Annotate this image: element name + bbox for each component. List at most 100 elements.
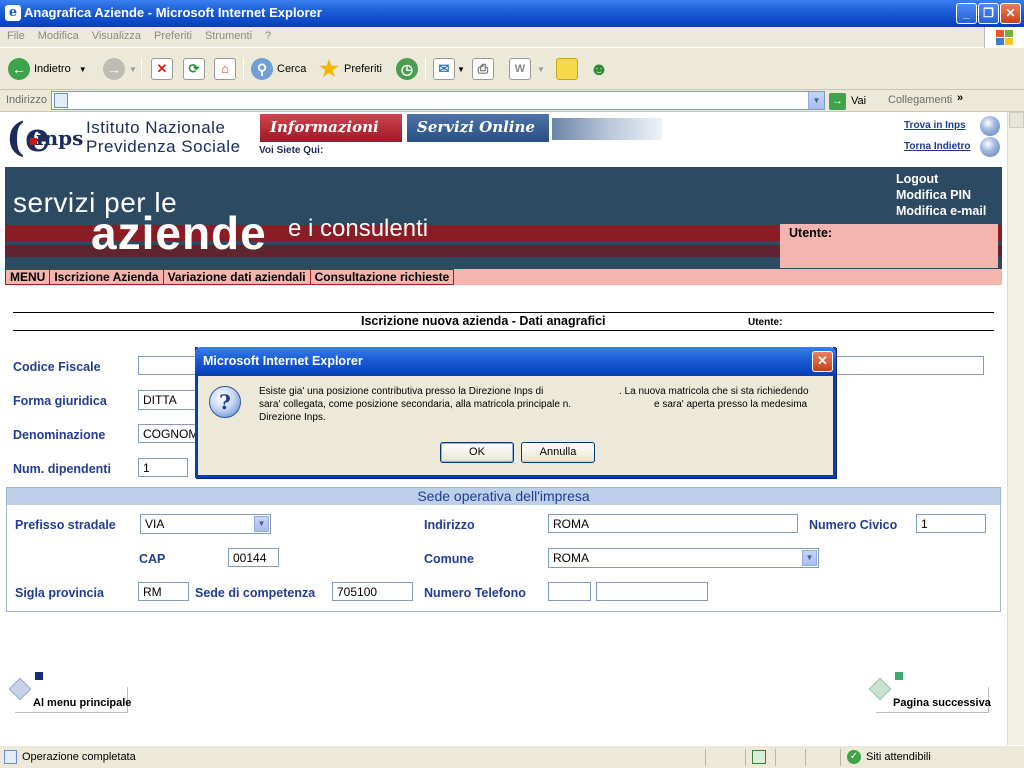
dialog-message-line3: Direzione Inps.: [259, 412, 326, 423]
back-arrow-icon: ←: [8, 58, 30, 80]
forma-giuridica-label: Forma giuridica: [13, 394, 107, 408]
menu-visualizza[interactable]: Visualizza: [85, 27, 147, 42]
window-titlebar[interactable]: e Anagrafica Aziende - Microsoft Interne…: [0, 0, 1024, 27]
address-input[interactable]: ▼: [51, 91, 825, 110]
star-icon: ★: [319, 56, 339, 81]
logout-link[interactable]: Logout: [896, 171, 986, 187]
cancel-button[interactable]: Annulla: [521, 442, 595, 463]
sigla-provincia-input[interactable]: RM: [138, 582, 189, 601]
restore-button[interactable]: ❐: [978, 3, 999, 24]
indirizzo-input[interactable]: ROMA: [548, 514, 798, 533]
num-dipendenti-input[interactable]: 1: [138, 458, 188, 477]
telefono-prefix-input[interactable]: [548, 582, 591, 601]
einps-logo[interactable]: (e inps: [6, 116, 83, 160]
chevron-down-icon[interactable]: ▼: [254, 516, 269, 532]
mail-button[interactable]: ✉ ▼: [433, 57, 465, 81]
chevron-right-icon[interactable]: »: [957, 92, 963, 104]
address-label: Indirizzo: [6, 94, 47, 106]
dialog-titlebar[interactable]: Microsoft Internet Explorer ✕: [195, 347, 836, 376]
user-box: Utente:: [780, 224, 998, 268]
institute-name: Istituto Nazionale Previdenza Sociale: [86, 118, 241, 156]
tab-informazioni[interactable]: Informazioni: [260, 114, 402, 142]
dialog-message-line2a: sara' collegata, come posizione secondar…: [259, 399, 572, 410]
hero-banner: servizi per le aziende e i consulenti Lo…: [5, 167, 1002, 285]
numero-civico-label: Numero Civico: [809, 518, 898, 532]
dialog-close-button[interactable]: ✕: [812, 351, 833, 372]
refresh-button[interactable]: ⟳: [183, 57, 205, 81]
page-icon: [54, 93, 68, 108]
divider: [13, 330, 994, 331]
history-icon: ◷: [396, 58, 418, 80]
chevron-down-icon[interactable]: ▼: [537, 65, 545, 74]
menu-modifica[interactable]: Modifica: [31, 27, 85, 42]
form-user-label: Utente:: [748, 317, 783, 328]
chevron-down-icon[interactable]: ▼: [802, 550, 817, 566]
comune-select[interactable]: ROMA ▼: [548, 548, 819, 568]
nav-consultazione-richieste[interactable]: Consultazione richieste: [310, 269, 455, 285]
chevron-down-icon[interactable]: ▼: [129, 65, 137, 74]
nav-menu[interactable]: MENU: [5, 269, 51, 285]
change-email-link[interactable]: Modifica e-mail: [896, 203, 986, 219]
confirm-dialog: Microsoft Internet Explorer ✕ ? Esiste g…: [195, 347, 836, 478]
chevron-down-icon[interactable]: ▼: [457, 65, 465, 74]
menu-file[interactable]: File: [0, 27, 31, 42]
find-in-inps-link[interactable]: Trova in Inps: [904, 120, 966, 131]
institute-name-line1: Istituto Nazionale: [86, 118, 226, 137]
nav-variazione-dati[interactable]: Variazione dati aziendali: [163, 269, 311, 285]
chevron-down-icon[interactable]: ▼: [79, 65, 87, 74]
comune-value: ROMA: [553, 551, 589, 565]
telefono-number-input[interactable]: [596, 582, 708, 601]
forward-button[interactable]: → ▼: [103, 57, 137, 81]
numero-civico-input[interactable]: 1: [916, 514, 986, 533]
dialog-message-line1a: Esiste gia' una posizione contributiva p…: [259, 386, 544, 397]
divider: [13, 312, 994, 313]
windows-flag-icon: [996, 30, 1014, 45]
minimize-button[interactable]: _: [956, 3, 977, 24]
tab-servizi-online[interactable]: Servizi Online: [407, 114, 549, 142]
history-button[interactable]: ◷: [396, 57, 422, 81]
sede-competenza-input[interactable]: 705100: [332, 582, 413, 601]
main-menu-link[interactable]: Al menu principale: [33, 697, 131, 709]
building-banner: [552, 118, 662, 140]
menu-preferiti[interactable]: Preferiti: [147, 27, 198, 42]
favorites-button[interactable]: ★ Preferiti: [318, 57, 382, 81]
back-ball-icon[interactable]: [980, 137, 1000, 157]
word-button[interactable]: W ▼: [509, 57, 545, 81]
search-ball-icon[interactable]: [980, 116, 1000, 136]
ok-button[interactable]: OK: [440, 442, 514, 463]
go-back-link[interactable]: Torna Indietro: [904, 141, 970, 152]
dialog-message-line1b: . La nuova matricola che si sta richiede…: [619, 386, 809, 397]
stop-button[interactable]: ✕: [151, 57, 173, 81]
chevron-down-icon[interactable]: ▼: [808, 92, 824, 109]
change-pin-link[interactable]: Modifica PIN: [896, 187, 986, 203]
status-bar: Operazione completata ✓ Siti attendibili: [0, 745, 1024, 768]
cap-input[interactable]: 00144: [228, 548, 279, 567]
links-label[interactable]: Collegamenti: [888, 94, 952, 106]
next-page-link[interactable]: Pagina successiva: [893, 697, 991, 709]
sede-competenza-label: Sede di competenza: [195, 586, 316, 600]
messenger-button[interactable]: ☻: [588, 57, 614, 81]
scroll-up-button[interactable]: [1009, 112, 1024, 128]
breadcrumb: Voi Siete Qui:: [259, 145, 324, 156]
forma-giuridica-value: DITTA: [143, 393, 177, 407]
note-icon: [556, 58, 578, 80]
notes-button[interactable]: [556, 57, 578, 81]
back-button[interactable]: ← Indietro ▼: [8, 57, 87, 81]
window-title: Anagrafica Aziende - Microsoft Internet …: [24, 5, 322, 20]
menu-strumenti[interactable]: Strumenti: [198, 27, 258, 42]
home-button[interactable]: ⌂: [214, 57, 236, 81]
search-icon: ⚲: [251, 58, 273, 80]
institute-name-line2: Previdenza Sociale: [86, 137, 241, 156]
go-button[interactable]: → Vai: [829, 91, 866, 111]
prefisso-stradale-label: Prefisso stradale: [15, 518, 116, 532]
prefisso-stradale-select[interactable]: VIA ▼: [140, 514, 271, 534]
print-button[interactable]: ⎙: [472, 57, 494, 81]
ie-icon: e: [5, 5, 21, 21]
security-zone: Siti attendibili: [866, 751, 931, 763]
account-links: Logout Modifica PIN Modifica e-mail: [896, 171, 986, 219]
menu-help[interactable]: ?: [258, 27, 277, 42]
nav-iscrizione-azienda[interactable]: Iscrizione Azienda: [50, 269, 164, 285]
vertical-scrollbar[interactable]: [1007, 112, 1024, 745]
search-button[interactable]: ⚲ Cerca: [251, 57, 306, 81]
close-button[interactable]: ✕: [1000, 3, 1021, 24]
